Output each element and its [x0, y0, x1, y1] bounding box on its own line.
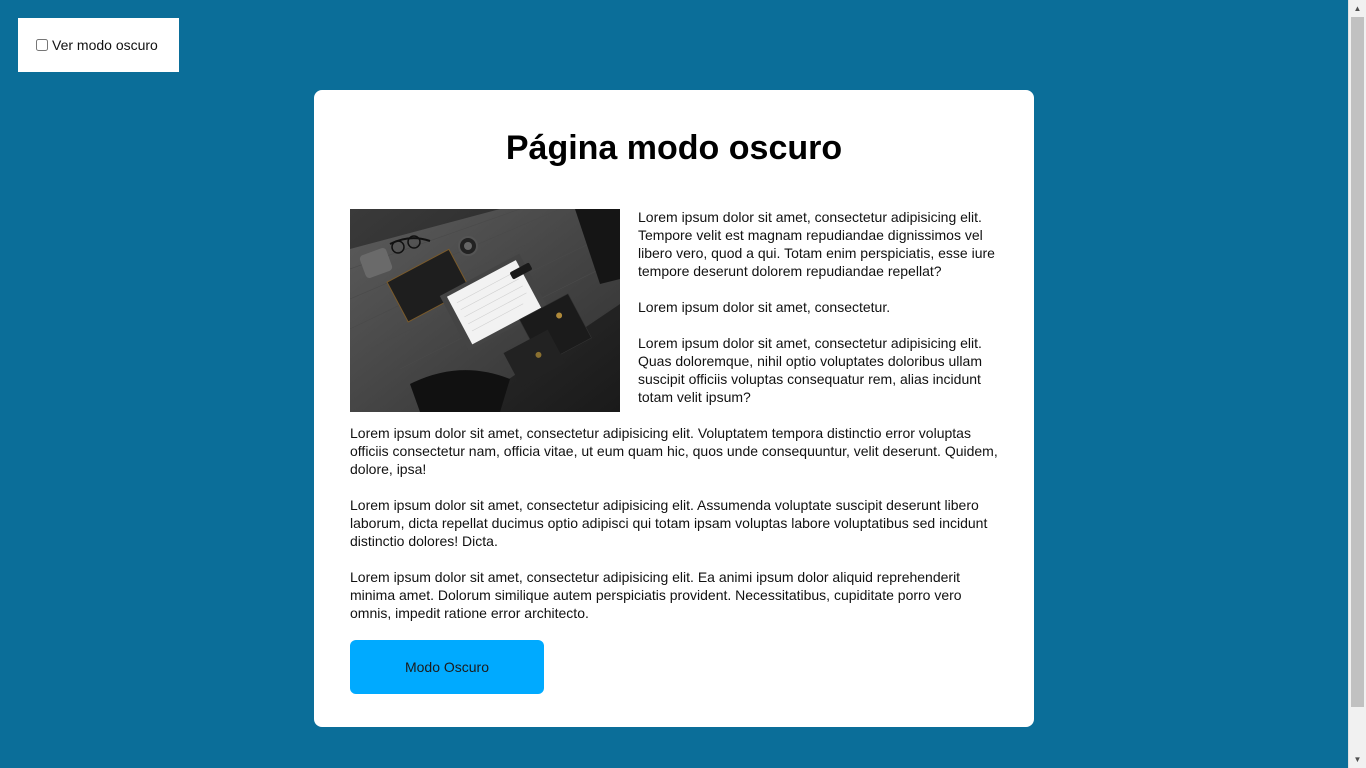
scroll-down-arrow-icon[interactable]: ▼: [1349, 751, 1366, 768]
dark-mode-toggle-label: Ver modo oscuro: [52, 37, 158, 53]
dark-mode-button[interactable]: Modo Oscuro: [350, 640, 544, 694]
paragraph-5: Lorem ipsum dolor sit amet, consectetur …: [350, 497, 988, 549]
vertical-scrollbar[interactable]: ▲ ▼: [1348, 0, 1366, 768]
paragraph-4: Lorem ipsum dolor sit amet, consectetur …: [350, 425, 998, 477]
scrollbar-thumb[interactable]: [1351, 17, 1364, 707]
content-card: Página modo oscuro Lorem ipsum dolor sit…: [314, 90, 1034, 727]
desk-stationery-photo: [350, 209, 620, 412]
page-title: Página modo oscuro: [505, 129, 843, 167]
article-body: Lorem ipsum dolor sit amet, consectetur …: [350, 208, 998, 694]
dark-mode-toggle[interactable]: Ver modo oscuro: [18, 18, 179, 72]
dark-mode-checkbox[interactable]: [36, 39, 48, 51]
scroll-up-arrow-icon[interactable]: ▲: [1349, 0, 1366, 17]
paragraph-6: Lorem ipsum dolor sit amet, consectetur …: [350, 569, 962, 621]
